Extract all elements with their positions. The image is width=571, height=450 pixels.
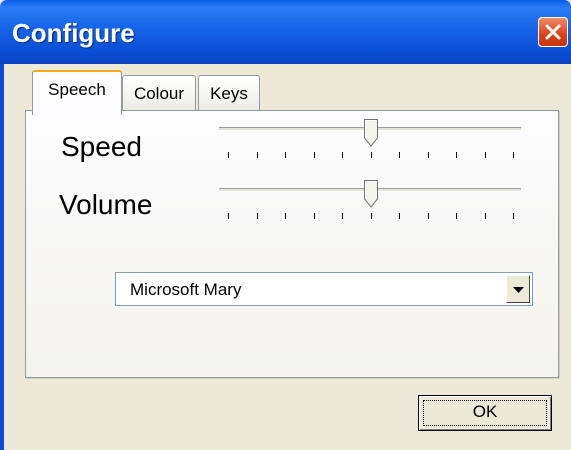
volume-slider-tick	[371, 213, 372, 219]
volume-slider-tick	[399, 213, 400, 219]
tab-colour[interactable]: Colour	[122, 75, 196, 111]
speed-slider-tick	[371, 152, 372, 158]
tab-keys-label: Keys	[210, 84, 248, 103]
volume-slider-tick	[485, 213, 486, 219]
speed-slider-tick	[456, 152, 457, 158]
volume-label: Volume	[59, 189, 153, 220]
speed-slider-thumb[interactable]	[364, 119, 378, 147]
ok-focus-rect	[423, 400, 547, 426]
volume-slider-tick	[342, 213, 343, 219]
chevron-down-icon	[513, 287, 524, 293]
window-title: Configure	[12, 18, 135, 48]
volume-slider-tick	[428, 213, 429, 219]
speed-label: Speed	[61, 131, 142, 162]
voice-select-dropdown-button[interactable]	[506, 275, 530, 303]
ok-button[interactable]: OK	[418, 395, 552, 431]
volume-slider-thumb[interactable]	[364, 180, 378, 208]
speed-slider-tick	[257, 152, 258, 158]
volume-slider-tick	[257, 213, 258, 219]
volume-slider-tick	[285, 213, 286, 219]
volume-slider-tick	[513, 213, 514, 219]
speed-slider-tick	[513, 152, 514, 158]
volume-slider-tick	[456, 213, 457, 219]
volume-slider-tick	[314, 213, 315, 219]
voice-select[interactable]: Microsoft Mary	[115, 272, 533, 306]
speed-slider-tick	[342, 152, 343, 158]
speech-tab-panel: Speed Volume	[25, 110, 559, 378]
close-button[interactable]	[538, 17, 568, 47]
speed-slider-tick	[428, 152, 429, 158]
voice-select-value: Microsoft Mary	[130, 280, 242, 299]
tab-keys[interactable]: Keys	[198, 75, 260, 111]
tab-speech-label: Speech	[48, 80, 106, 99]
speed-slider-tick	[485, 152, 486, 158]
speed-slider-tick	[228, 152, 229, 158]
tab-colour-label: Colour	[133, 84, 185, 103]
title-bar[interactable]: Configure	[0, 0, 571, 64]
volume-slider-tick	[228, 213, 229, 219]
speed-slider-tick	[399, 152, 400, 158]
configure-dialog: Configure Speech Colour Keys Speed Volum…	[0, 0, 571, 450]
window-border	[0, 64, 4, 450]
speed-slider-tick	[285, 152, 286, 158]
close-icon	[545, 24, 561, 40]
speed-slider-tick	[314, 152, 315, 158]
tab-speech[interactable]: Speech	[32, 70, 122, 115]
